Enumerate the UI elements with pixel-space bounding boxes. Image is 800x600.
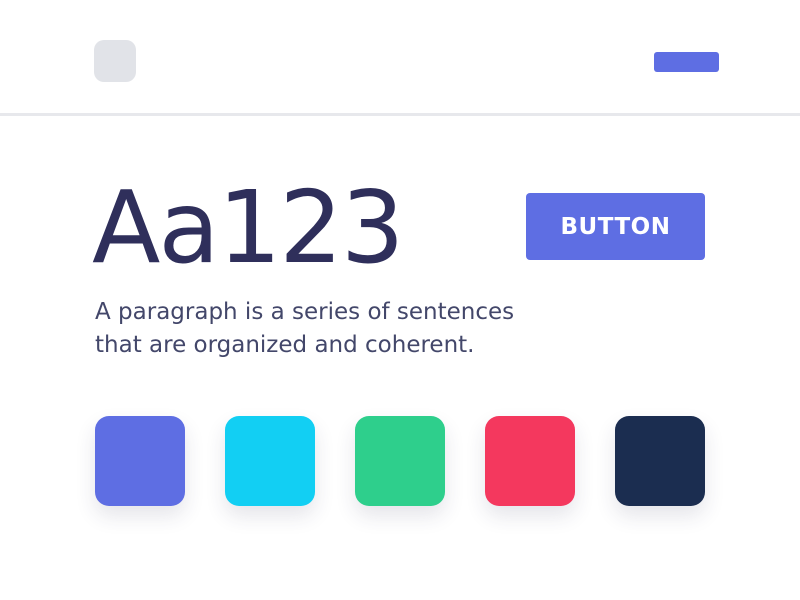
- color-swatch-red: [485, 416, 575, 506]
- typography-sample: Aa123: [92, 169, 405, 286]
- color-palette: [95, 416, 705, 506]
- color-swatch-primary: [95, 416, 185, 506]
- logo-placeholder: [94, 40, 136, 82]
- color-swatch-navy: [615, 416, 705, 506]
- nav-pill-button[interactable]: [654, 52, 719, 72]
- color-swatch-green: [355, 416, 445, 506]
- sample-paragraph: A paragraph is a series of sentences tha…: [95, 299, 515, 358]
- color-swatch-cyan: [225, 416, 315, 506]
- header-bar: [0, 0, 800, 116]
- primary-button[interactable]: BUTTON: [526, 193, 705, 260]
